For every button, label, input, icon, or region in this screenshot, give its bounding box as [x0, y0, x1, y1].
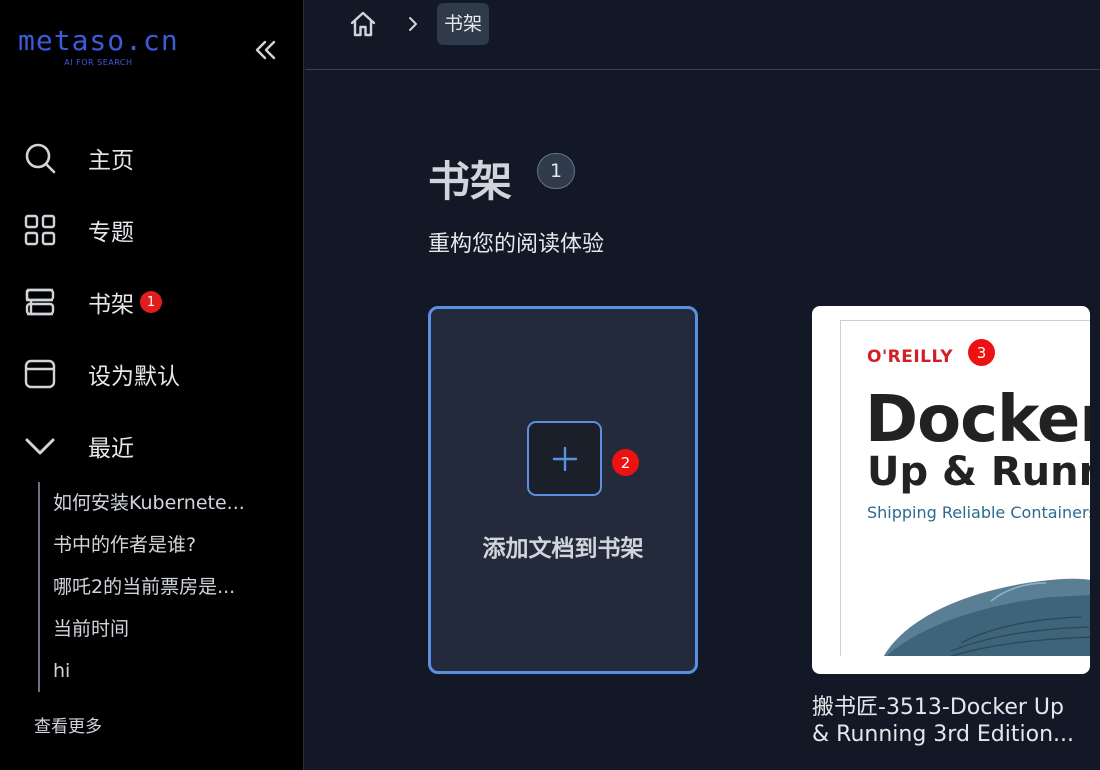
add-button[interactable]: [527, 421, 602, 496]
page-title: 书架: [428, 157, 513, 206]
annotation-marker: 2: [612, 449, 639, 476]
notification-badge: 1: [140, 291, 162, 313]
logo-tagline: AI FOR SEARCH: [64, 58, 133, 67]
count-badge: 1: [537, 153, 575, 189]
double-chevron-left-icon: [255, 40, 276, 60]
logo[interactable]: metaso.cn AI FOR SEARCH: [18, 24, 179, 68]
recent-list: 如何安装Kubernete... 书中的作者是谁? 哪吒2的当前票房是... 当…: [38, 482, 268, 692]
recent-item[interactable]: 当前时间: [53, 608, 268, 650]
cover-subtitle: Up & Running: [867, 449, 1090, 495]
sidebar: metaso.cn AI FOR SEARCH 主页 专题 书架 1 设为默认 …: [0, 0, 304, 770]
sidebar-item-label: 设为默认: [88, 364, 180, 390]
sidebar-item-label: 主页: [88, 148, 134, 174]
sidebar-item-label: 书架: [88, 292, 134, 318]
cover-tagline: Shipping Reliable Containers in Producti…: [867, 503, 1090, 522]
sidebar-item-label: 专题: [88, 220, 134, 246]
recent-item[interactable]: 哪吒2的当前票房是...: [53, 566, 268, 608]
search-icon: [22, 140, 58, 176]
shelf-icon: [22, 284, 58, 320]
home-button[interactable]: [347, 8, 379, 40]
sidebar-item-home[interactable]: 主页: [22, 138, 134, 178]
add-document-label: 添加文档到书架: [482, 536, 644, 562]
annotation-marker: 3: [968, 339, 995, 366]
window-icon: [22, 356, 58, 392]
whale-illustration: [883, 578, 1090, 656]
sidebar-item-topics[interactable]: 专题: [22, 210, 134, 250]
recent-item[interactable]: 如何安装Kubernete...: [53, 482, 268, 524]
book-title-line-1: 搬书匠-3513-Docker Up: [812, 695, 1064, 720]
chevron-down-icon: [22, 428, 58, 464]
book-title-line-2: & Running 3rd Edition...: [812, 722, 1075, 747]
plus-icon: [552, 446, 577, 471]
recent-item[interactable]: hi: [53, 650, 268, 692]
logo-text: metaso.cn: [18, 24, 179, 57]
collapse-sidebar-button[interactable]: [250, 36, 280, 64]
recent-item[interactable]: 书中的作者是谁?: [53, 524, 268, 566]
top-bar: 书架: [305, 0, 1100, 70]
see-more-link[interactable]: 查看更多: [34, 712, 102, 737]
book-title[interactable]: 搬书匠-3513-Docker Up & Running 3rd Edition…: [812, 694, 1092, 748]
sidebar-item-set-default[interactable]: 设为默认: [22, 354, 180, 394]
grid-icon: [22, 212, 58, 248]
book-card[interactable]: O'REILLY Docker Up & Running Shipping Re…: [812, 306, 1090, 674]
sidebar-item-bookshelf[interactable]: 书架 1: [22, 282, 162, 322]
breadcrumb-current[interactable]: 书架: [437, 3, 490, 45]
cover-title: Docker: [865, 383, 1090, 457]
chevron-right-icon: [409, 17, 417, 31]
publisher-logo: O'REILLY: [867, 347, 954, 367]
home-icon: [350, 11, 376, 37]
page-subtitle: 重构您的阅读体验: [428, 232, 605, 257]
add-document-card[interactable]: 添加文档到书架: [428, 306, 698, 674]
book-cover: O'REILLY Docker Up & Running Shipping Re…: [840, 320, 1090, 656]
sidebar-item-recent[interactable]: 最近: [22, 426, 134, 466]
sidebar-item-label: 最近: [88, 436, 134, 462]
